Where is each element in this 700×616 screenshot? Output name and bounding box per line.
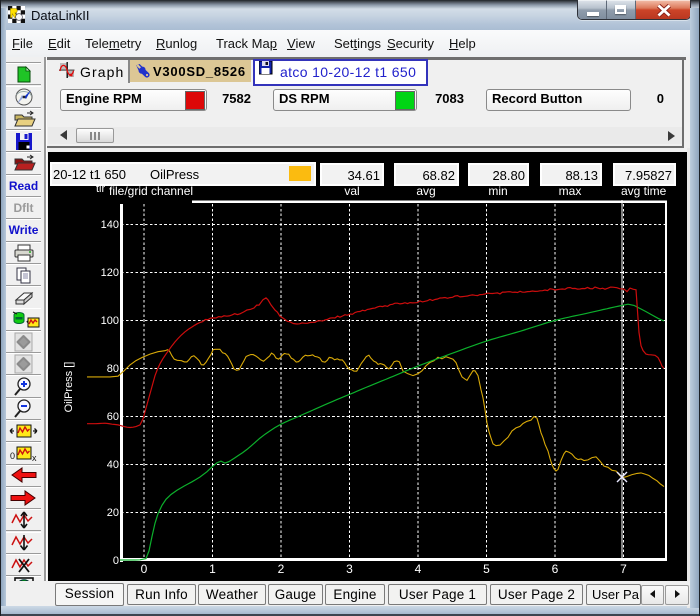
- svg-text:x: x: [32, 453, 37, 463]
- svg-text:0: 0: [10, 451, 15, 461]
